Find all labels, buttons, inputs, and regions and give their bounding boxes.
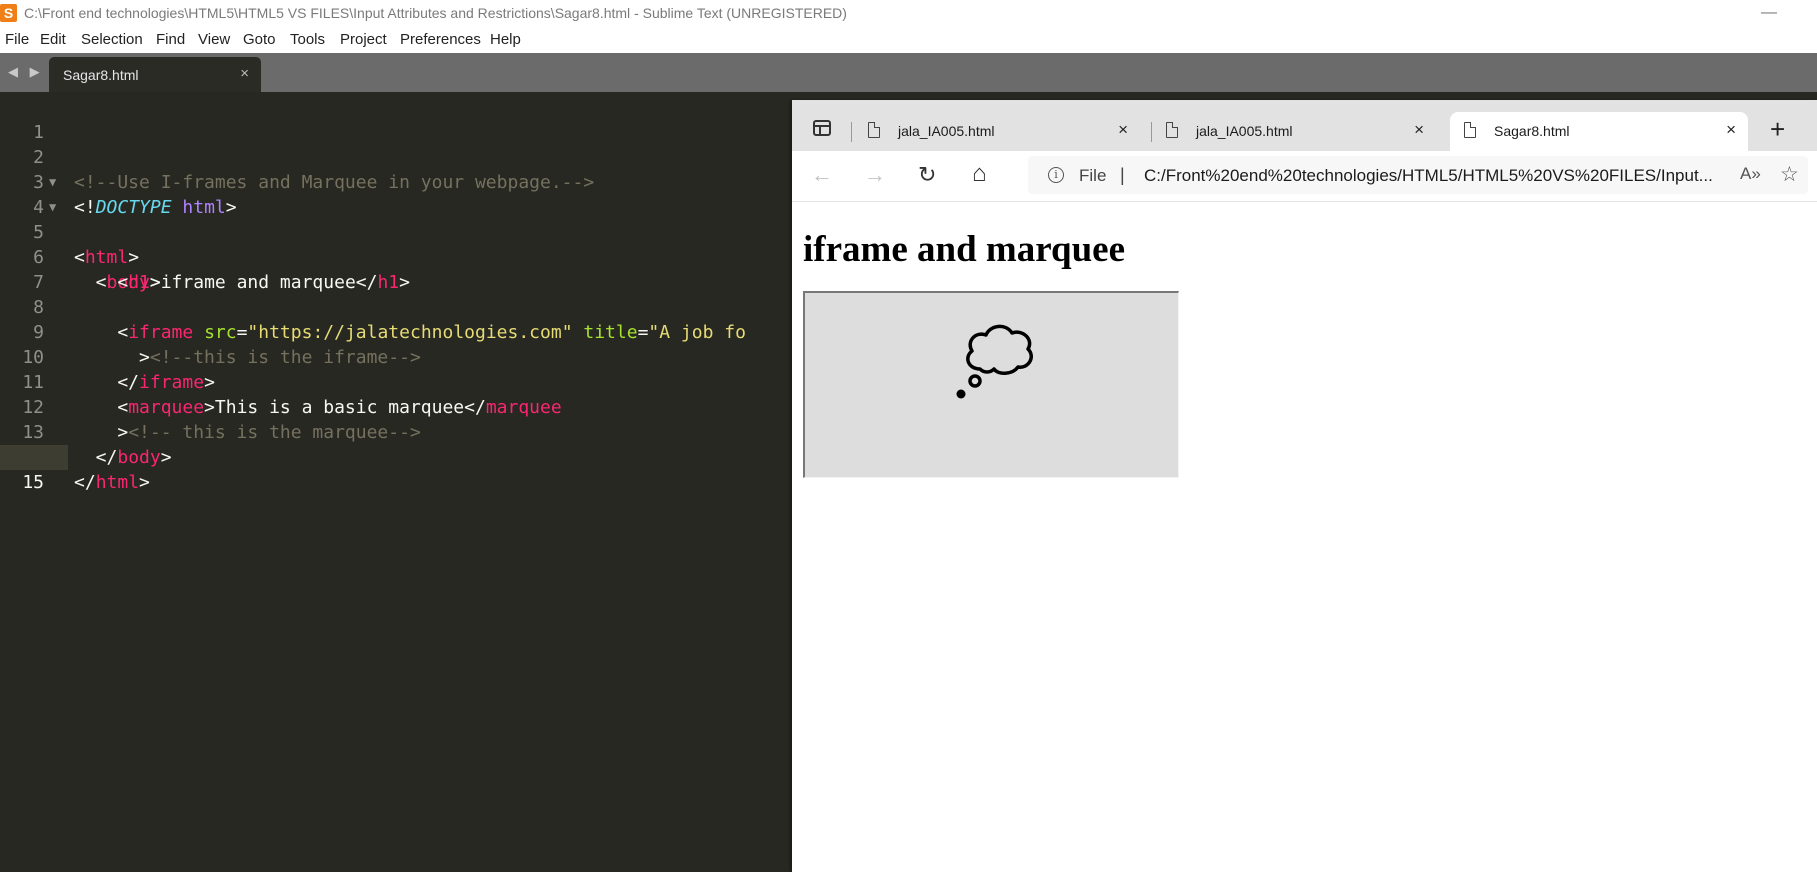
address-url[interactable]: C:/Front%20end%20technologies/HTML5/HTML… <box>1144 166 1713 186</box>
forward-arrow-icon[interactable]: → <box>864 162 886 188</box>
page-content: iframe and marquee <box>792 202 1817 872</box>
browser-tab-label: jala_IA005.html <box>898 123 995 139</box>
menu-selection[interactable]: Selection <box>81 31 143 48</box>
info-icon[interactable]: i <box>1048 167 1064 183</box>
menu-file[interactable]: File <box>5 31 29 48</box>
browser-toolbar: ← → ↻ ⌂ i File | C:/Front%20end%20techno… <box>792 151 1817 202</box>
code-line-current: 15 <box>0 445 68 493</box>
address-divider: | <box>1120 165 1125 185</box>
close-icon[interactable]: × <box>1118 120 1128 140</box>
menu-help[interactable]: Help <box>490 31 521 48</box>
page-heading: iframe and marquee <box>803 229 1125 270</box>
browser-tab-label: Sagar8.html <box>1494 123 1570 139</box>
menu-tools[interactable]: Tools <box>290 31 325 48</box>
sublime-app-icon: S <box>0 4 17 22</box>
browser-window: jala_IA005.html × jala_IA005.html × Saga… <box>792 100 1817 872</box>
close-icon[interactable]: × <box>1726 120 1736 140</box>
fold-arrow-icon[interactable]: ▼ <box>49 195 56 220</box>
address-bar[interactable]: i File | C:/Front%20end%20technologies/H… <box>1028 156 1808 194</box>
back-arrow-icon[interactable]: ← <box>811 162 833 188</box>
minimize-button[interactable]: — <box>1755 4 1783 22</box>
refresh-icon[interactable]: ↻ <box>918 162 936 188</box>
fold-arrow-icon[interactable]: ▼ <box>49 170 56 195</box>
browser-tab-sagar8[interactable]: Sagar8.html × <box>1450 112 1748 151</box>
menu-preferences[interactable]: Preferences <box>400 31 481 48</box>
document-icon <box>1166 122 1178 138</box>
browser-tab-strip: jala_IA005.html × jala_IA005.html × Saga… <box>792 100 1817 151</box>
sad-thought-bubble-icon <box>956 324 1033 399</box>
menu-project[interactable]: Project <box>340 31 387 48</box>
menu-find[interactable]: Find <box>156 31 185 48</box>
home-icon[interactable]: ⌂ <box>972 160 987 188</box>
editor-tab-sagar8[interactable]: Sagar8.html × <box>49 57 261 92</box>
address-scheme: File <box>1079 166 1107 185</box>
iframe-placeholder[interactable] <box>803 291 1179 478</box>
browser-tab-jala-2[interactable]: jala_IA005.html × <box>1152 112 1436 151</box>
new-tab-button[interactable]: + <box>1770 114 1785 145</box>
browser-tab-jala-1[interactable]: jala_IA005.html × <box>854 112 1140 151</box>
menu-bar: File Edit Selection Find View Goto Tools… <box>0 27 1817 53</box>
tab-actions-icon[interactable] <box>813 120 831 136</box>
add-favorite-icon[interactable]: ☆ <box>1780 162 1799 187</box>
menu-goto[interactable]: Goto <box>243 31 276 48</box>
tab-nav-arrows[interactable]: ◀ ▶ <box>8 64 44 80</box>
editor-tab-label: Sagar8.html <box>63 67 139 83</box>
code-tag: html <box>95 472 140 493</box>
window-title: C:\Front end technologies\HTML5\HTML5 VS… <box>24 5 847 21</box>
menu-edit[interactable]: Edit <box>40 31 66 48</box>
close-icon[interactable]: × <box>240 65 249 82</box>
tab-separator <box>851 122 852 142</box>
browser-tab-label: jala_IA005.html <box>1196 123 1293 139</box>
read-aloud-icon[interactable]: A» <box>1740 164 1761 184</box>
editor-tab-bar: ◀ ▶ Sagar8.html × <box>0 53 1817 92</box>
code-tag: body <box>117 447 161 468</box>
line-number: 15 <box>22 472 44 493</box>
document-icon <box>1464 122 1476 138</box>
menu-view[interactable]: View <box>198 31 230 48</box>
window-titlebar: S C:\Front end technologies\HTML5\HTML5 … <box>0 0 1817 27</box>
document-icon <box>868 122 880 138</box>
close-icon[interactable]: × <box>1414 120 1424 140</box>
